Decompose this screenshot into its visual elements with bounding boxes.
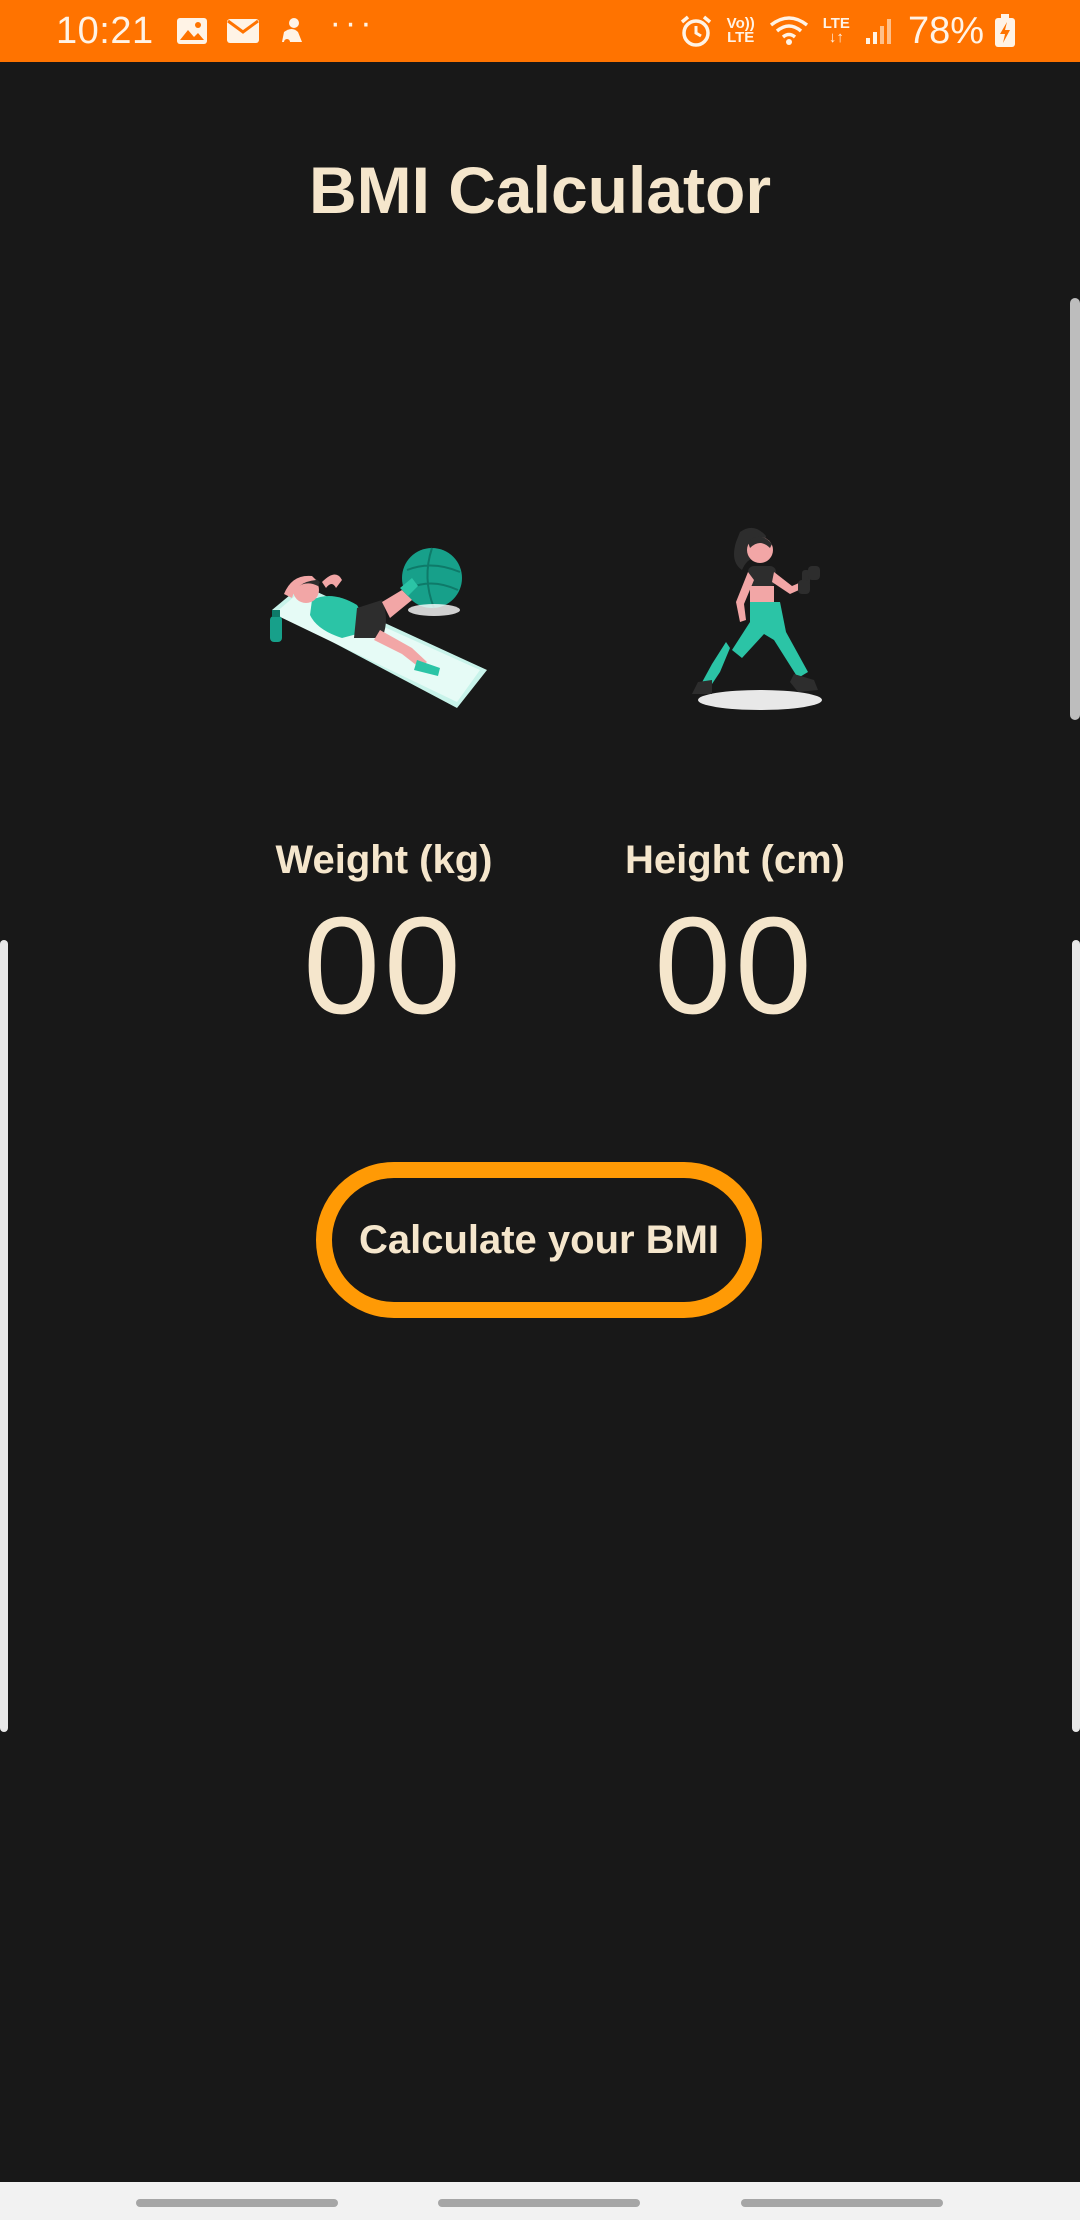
lte-label: LTE	[822, 15, 850, 32]
status-bar-left: 10:21 ···	[56, 6, 376, 53]
page-title: BMI Calculator	[308, 153, 772, 227]
status-bar: 10:21 ··· Vo)) LTE LTE ↓↑ 78%	[0, 0, 1080, 62]
status-time: 10:21	[56, 9, 154, 52]
status-bar-right: Vo)) LTE LTE ↓↑ 78%	[679, 10, 1030, 53]
person-lifting-dumbbell-illustration	[690, 522, 840, 718]
person-doing-crunches-illustration	[262, 530, 492, 720]
lte-data-icon: LTE ↓↑	[822, 15, 850, 46]
battery-percent: 78%	[907, 9, 984, 52]
volte-bottom-label: LTE	[727, 29, 755, 46]
signal-icon	[864, 16, 894, 46]
wifi-icon	[769, 15, 809, 47]
battery-charging-icon	[994, 14, 1016, 48]
height-label: Height (cm)	[625, 838, 845, 882]
volte-icon: Vo)) LTE	[727, 16, 755, 46]
notification-icon	[278, 16, 306, 46]
mail-icon	[226, 18, 260, 44]
more-dots-icon: ···	[329, 4, 376, 42]
nav-back-gesture[interactable]	[136, 2199, 338, 2207]
navigation-bar	[0, 2182, 1080, 2220]
height-field[interactable]: Height (cm) 00	[585, 838, 885, 1035]
calculate-bmi-button[interactable]: Calculate your BMI	[316, 1162, 762, 1318]
left-edge-handle[interactable]	[0, 940, 8, 1732]
image-icon	[176, 17, 208, 45]
height-value[interactable]: 00	[585, 897, 885, 1035]
alarm-icon	[679, 14, 713, 48]
nav-recents-gesture[interactable]	[741, 2199, 943, 2207]
weight-value[interactable]: 00	[234, 897, 534, 1035]
scroll-indicator	[1070, 298, 1080, 720]
weight-field[interactable]: Weight (kg) 00	[234, 838, 534, 1035]
right-edge-handle[interactable]	[1072, 940, 1080, 1732]
nav-home-gesture[interactable]	[438, 2199, 640, 2207]
weight-label: Weight (kg)	[275, 838, 493, 882]
